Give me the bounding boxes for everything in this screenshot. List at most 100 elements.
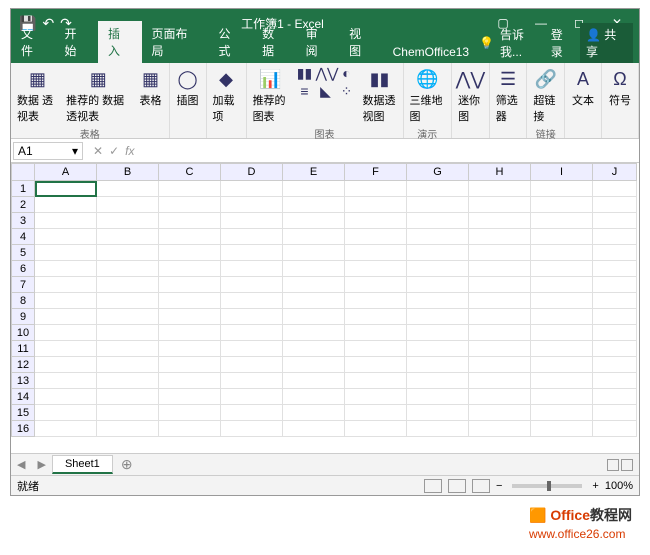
cell[interactable] bbox=[593, 181, 637, 197]
cell[interactable] bbox=[345, 293, 407, 309]
cell[interactable] bbox=[469, 421, 531, 437]
cell[interactable] bbox=[221, 181, 283, 197]
cell[interactable] bbox=[35, 325, 97, 341]
new-sheet-icon[interactable]: ⊕ bbox=[113, 456, 141, 473]
cell[interactable] bbox=[159, 229, 221, 245]
column-header[interactable]: I bbox=[531, 163, 593, 181]
cell[interactable] bbox=[345, 389, 407, 405]
cell[interactable] bbox=[593, 293, 637, 309]
sparklines-button[interactable]: ⋀⋁迷你图 bbox=[456, 65, 485, 126]
cell[interactable] bbox=[159, 181, 221, 197]
tab-insert[interactable]: 插入 bbox=[98, 21, 142, 63]
row-header[interactable]: 16 bbox=[11, 421, 35, 437]
zoom-in-icon[interactable]: + bbox=[592, 480, 598, 492]
symbols-button[interactable]: Ω符号 bbox=[606, 65, 634, 110]
cell[interactable] bbox=[221, 197, 283, 213]
cell[interactable] bbox=[531, 197, 593, 213]
cell[interactable] bbox=[97, 309, 159, 325]
cell[interactable] bbox=[159, 389, 221, 405]
cell[interactable] bbox=[97, 405, 159, 421]
cell[interactable] bbox=[221, 341, 283, 357]
cell[interactable] bbox=[593, 261, 637, 277]
column-header[interactable]: E bbox=[283, 163, 345, 181]
cell[interactable] bbox=[407, 325, 469, 341]
cell[interactable] bbox=[407, 405, 469, 421]
addins-button[interactable]: ◆加载 项 bbox=[211, 65, 242, 126]
cell[interactable] bbox=[531, 421, 593, 437]
cell[interactable] bbox=[35, 245, 97, 261]
cell[interactable] bbox=[35, 309, 97, 325]
cell[interactable] bbox=[407, 293, 469, 309]
tab-view[interactable]: 视图 bbox=[339, 21, 383, 63]
cell[interactable] bbox=[593, 341, 637, 357]
cell[interactable] bbox=[97, 213, 159, 229]
zoom-slider[interactable] bbox=[512, 484, 582, 488]
cell[interactable] bbox=[97, 277, 159, 293]
row-header[interactable]: 15 bbox=[11, 405, 35, 421]
login-link[interactable]: 登录 bbox=[551, 26, 574, 60]
row-header[interactable]: 6 bbox=[11, 261, 35, 277]
slicer-button[interactable]: ☰筛选器 bbox=[494, 65, 523, 126]
cell[interactable] bbox=[283, 213, 345, 229]
cell[interactable] bbox=[407, 181, 469, 197]
row-header[interactable]: 4 bbox=[11, 229, 35, 245]
page-layout-view-icon[interactable] bbox=[448, 479, 466, 493]
cell[interactable] bbox=[35, 229, 97, 245]
recommended-pivot-button[interactable]: ▦推荐的 数据透视表 bbox=[64, 65, 132, 126]
cell[interactable] bbox=[407, 229, 469, 245]
cell[interactable] bbox=[221, 373, 283, 389]
table-button[interactable]: ▦表格 bbox=[137, 65, 165, 110]
cell[interactable] bbox=[469, 261, 531, 277]
cell[interactable] bbox=[593, 277, 637, 293]
cell[interactable] bbox=[469, 293, 531, 309]
cell[interactable] bbox=[469, 341, 531, 357]
row-header[interactable]: 8 bbox=[11, 293, 35, 309]
row-header[interactable]: 12 bbox=[11, 357, 35, 373]
row-header[interactable]: 2 bbox=[11, 197, 35, 213]
cell[interactable] bbox=[531, 405, 593, 421]
cell[interactable] bbox=[221, 213, 283, 229]
cell[interactable] bbox=[345, 261, 407, 277]
cell[interactable] bbox=[345, 421, 407, 437]
tab-home[interactable]: 开始 bbox=[55, 21, 99, 63]
cell[interactable] bbox=[97, 181, 159, 197]
tab-pagelayout[interactable]: 页面布局 bbox=[142, 21, 209, 63]
illustrations-button[interactable]: ◯插图 bbox=[174, 65, 202, 110]
zoom-out-icon[interactable]: − bbox=[496, 480, 502, 492]
normal-view-icon[interactable] bbox=[424, 479, 442, 493]
row-header[interactable]: 7 bbox=[11, 277, 35, 293]
cell[interactable] bbox=[97, 261, 159, 277]
zoom-level[interactable]: 100% bbox=[605, 480, 633, 492]
page-break-view-icon[interactable] bbox=[472, 479, 490, 493]
select-all-corner[interactable] bbox=[11, 163, 35, 181]
cell[interactable] bbox=[469, 213, 531, 229]
pivotchart-button[interactable]: ▮▮数据透视图 bbox=[360, 65, 398, 126]
cell[interactable] bbox=[283, 389, 345, 405]
cell[interactable] bbox=[35, 341, 97, 357]
cell[interactable] bbox=[221, 389, 283, 405]
cell[interactable] bbox=[97, 325, 159, 341]
cell[interactable] bbox=[345, 341, 407, 357]
cell[interactable] bbox=[407, 373, 469, 389]
cell[interactable] bbox=[407, 357, 469, 373]
cell[interactable] bbox=[35, 373, 97, 389]
sheet-nav-prev-icon[interactable]: ◀ bbox=[11, 458, 31, 471]
cell[interactable] bbox=[345, 197, 407, 213]
cell[interactable] bbox=[593, 325, 637, 341]
row-header[interactable]: 5 bbox=[11, 245, 35, 261]
tab-file[interactable]: 文件 bbox=[11, 21, 55, 63]
enter-icon[interactable]: ✓ bbox=[109, 144, 119, 158]
cell[interactable] bbox=[283, 197, 345, 213]
chevron-down-icon[interactable]: ▾ bbox=[72, 144, 78, 158]
cell[interactable] bbox=[345, 309, 407, 325]
cell[interactable] bbox=[531, 389, 593, 405]
column-header[interactable]: F bbox=[345, 163, 407, 181]
cell[interactable] bbox=[407, 341, 469, 357]
cell[interactable] bbox=[221, 405, 283, 421]
cell[interactable] bbox=[221, 277, 283, 293]
cell[interactable] bbox=[97, 245, 159, 261]
cell[interactable] bbox=[97, 293, 159, 309]
row-header[interactable]: 10 bbox=[11, 325, 35, 341]
cell[interactable] bbox=[593, 357, 637, 373]
row-header[interactable]: 13 bbox=[11, 373, 35, 389]
